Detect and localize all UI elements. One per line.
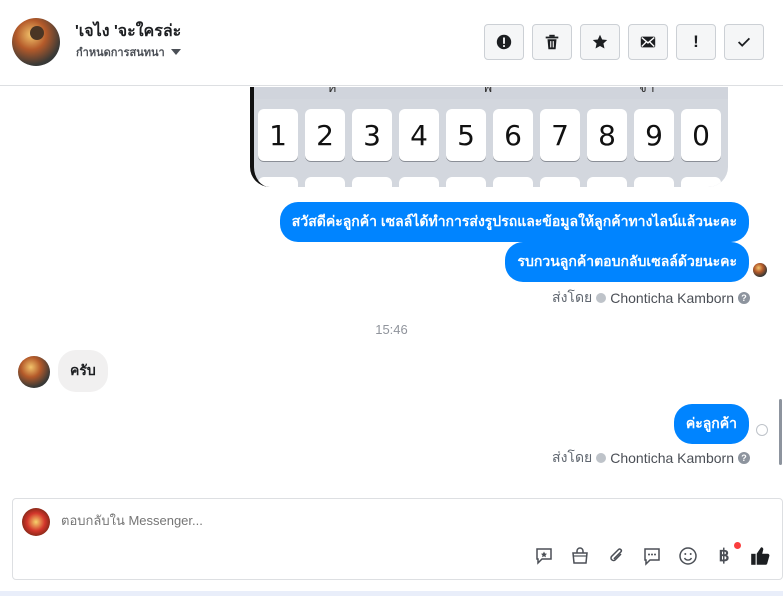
seen-avatar-icon [753, 263, 767, 277]
time-separator: 15:46 [375, 322, 408, 337]
check-icon [737, 37, 751, 47]
message-bubble-outgoing[interactable]: สวัสดีค่ะลูกค้า เซลล์ได้ทำการส่งรูปรถและ… [279, 202, 749, 242]
conversation-header: 'เจไง 'จะใครล่ะ กำหนดการสนทนา ! [0, 0, 783, 86]
like-button[interactable] [749, 545, 771, 567]
message-bubble-incoming[interactable]: ครับ [58, 350, 108, 392]
contact-avatar-small[interactable] [18, 356, 50, 388]
keyboard-top-row: ห พ จํา [254, 87, 728, 99]
contact-name[interactable]: 'เจไง 'จะใครล่ะ [75, 19, 181, 44]
star-icon [592, 34, 608, 49]
assign-label: กำหนดการสนทนา [76, 47, 165, 59]
key-label: พ [482, 87, 493, 95]
composer-toolbar: ฿ [533, 542, 771, 567]
key-7: 7 [540, 109, 580, 161]
attach-button[interactable] [605, 545, 627, 567]
alert-circle-icon [496, 34, 512, 50]
message-bubble-outgoing[interactable]: ค่ะลูกค้า [673, 404, 749, 444]
chat-star-icon [536, 548, 552, 565]
thread-scrollbar[interactable] [779, 399, 782, 465]
sent-by-label: ส่งโดย [552, 449, 593, 465]
bottom-bar [0, 591, 783, 596]
key-0: 0 [681, 109, 721, 161]
key-1: 1 [258, 109, 298, 161]
delete-button[interactable] [532, 24, 572, 60]
envelope-icon [640, 36, 656, 48]
caret-down-icon [170, 49, 181, 55]
chat-bubble-icon [644, 548, 660, 566]
paperclip-icon [610, 548, 623, 562]
payment-button[interactable]: ฿ [713, 542, 741, 567]
thumbs-up-icon [751, 547, 770, 565]
number-key-row: 1 2 3 4 5 6 7 8 9 0 [258, 109, 721, 161]
reply-input[interactable] [61, 513, 561, 528]
notification-dot [734, 542, 741, 549]
help-icon[interactable]: ? [738, 292, 750, 304]
mark-done-button[interactable] [724, 24, 764, 60]
follow-up-button[interactable]: ! [676, 24, 716, 60]
admin-icon [596, 453, 607, 463]
trash-icon [545, 34, 559, 50]
reply-composer: ฿ [12, 498, 783, 580]
mark-unread-button[interactable] [628, 24, 668, 60]
shop-button[interactable] [569, 545, 591, 567]
sent-by-name: Chonticha Kamborn [610, 450, 734, 466]
key-6: 6 [493, 109, 533, 161]
key-3: 3 [352, 109, 392, 161]
message-bubble-outgoing[interactable]: รบกวนลูกค้าตอบกลับเซลล์ด้วยนะคะ [505, 242, 749, 282]
sent-by-info: ส่งโดย Chonticha Kamborn ? [552, 447, 750, 469]
key-5: 5 [446, 109, 486, 161]
key-label: ห [327, 87, 337, 95]
shopping-bag-icon [572, 547, 588, 564]
sent-by-label: ส่งโดย [552, 289, 593, 305]
page-avatar [22, 508, 50, 536]
key-4: 4 [399, 109, 439, 161]
sent-by-info: ส่งโดย Chonticha Kamborn ? [552, 287, 750, 309]
emoji-button[interactable] [677, 545, 699, 567]
baht-icon: ฿ [718, 546, 730, 565]
exclamation-icon: ! [693, 32, 699, 51]
help-icon[interactable]: ? [738, 452, 750, 464]
partial-key-row [258, 177, 721, 187]
key-8: 8 [587, 109, 627, 161]
message-template-button[interactable] [641, 545, 663, 567]
star-button[interactable] [580, 24, 620, 60]
key-9: 9 [634, 109, 674, 161]
sent-by-name: Chonticha Kamborn [610, 290, 734, 306]
contact-avatar[interactable] [12, 18, 60, 66]
report-button[interactable] [484, 24, 524, 60]
message-thread[interactable]: ห พ จํา 1 2 3 4 5 6 7 8 9 0 สวัสดีค่ะลูก… [0, 87, 783, 490]
admin-icon [596, 293, 607, 303]
key-2: 2 [305, 109, 345, 161]
smiley-icon [679, 547, 697, 565]
key-label: จํา [638, 87, 655, 95]
assign-conversation-dropdown[interactable]: กำหนดการสนทนา [76, 43, 181, 61]
saved-reply-button[interactable] [533, 545, 555, 567]
delivered-check-icon [756, 424, 768, 436]
keyboard-screenshot-image[interactable]: ห พ จํา 1 2 3 4 5 6 7 8 9 0 [250, 87, 728, 187]
